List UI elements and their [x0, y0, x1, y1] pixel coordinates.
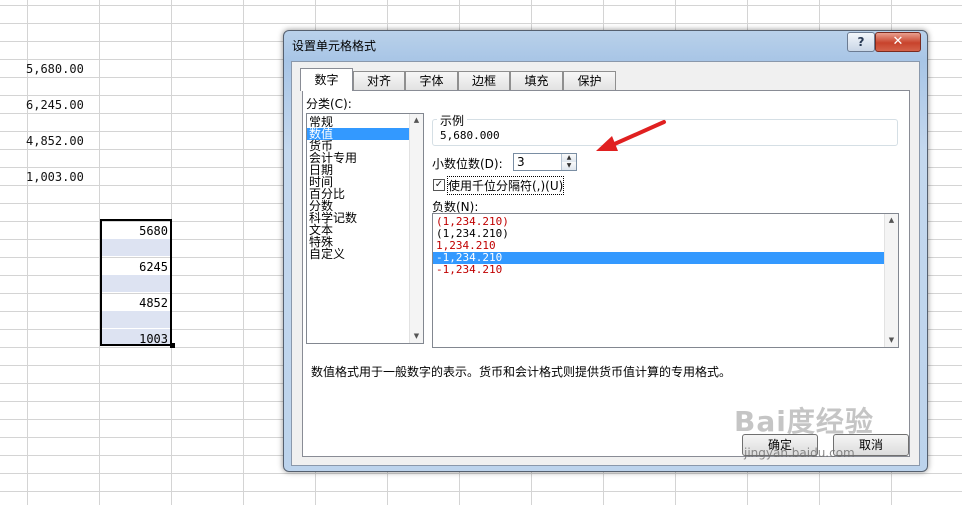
category-list[interactable]: 常规 数值 货币 会计专用 日期 时间 百分比 分数 科学记数 文本 特殊 自定义 ▲ ▼: [306, 113, 424, 344]
baidu-jingyan-logo: Bai度经验: [734, 405, 874, 438]
tab-number[interactable]: 数字: [300, 68, 353, 91]
watermark-url: jingyan.baidu.com: [744, 446, 855, 460]
cell-a2[interactable]: 6,245.00: [26, 98, 84, 112]
watermark: Bai度经验 jingyan.baidu.com: [734, 400, 874, 460]
negative-format-item[interactable]: (1,234.210): [433, 228, 884, 240]
decimal-places-label: 小数位数(D):: [432, 157, 503, 171]
tab-alignment[interactable]: 对齐: [353, 71, 405, 90]
close-button[interactable]: ✕: [875, 32, 921, 52]
sample-value: 5,680.000: [440, 129, 500, 142]
tab-protection[interactable]: 保护: [563, 71, 616, 90]
fill-handle[interactable]: [170, 343, 175, 348]
scroll-up-icon[interactable]: ▲: [885, 214, 898, 227]
decimal-places-value[interactable]: 3: [517, 155, 525, 169]
tab-border[interactable]: 边框: [458, 71, 510, 90]
cell-a4[interactable]: 1,003.00: [26, 170, 84, 184]
format-description: 数值格式用于一般数字的表示。货币和会计格式则提供货币值计算的专用格式。: [311, 365, 732, 379]
selected-range[interactable]: 5680 6245 4852 1003: [100, 219, 172, 346]
negative-numbers-list[interactable]: (1,234.210) (1,234.210) 1,234.210 -1,234.21…: [432, 213, 899, 348]
tab-fill[interactable]: 填充: [510, 71, 563, 90]
scroll-up-icon[interactable]: ▲: [410, 114, 423, 127]
scroll-down-icon[interactable]: ▼: [885, 334, 898, 347]
dialog-title: 设置单元格格式: [292, 39, 377, 53]
thousands-separator-label[interactable]: 使用千位分隔符(,)(U): [446, 176, 565, 195]
scroll-down-icon[interactable]: ▼: [410, 330, 423, 343]
selected-cell-value[interactable]: 4852: [139, 296, 170, 310]
selected-cell-value[interactable]: 1003: [139, 332, 170, 346]
category-scrollbar[interactable]: ▲ ▼: [409, 114, 423, 343]
negative-format-item[interactable]: -1,234.210: [433, 264, 884, 276]
sample-label: 示例: [437, 112, 468, 129]
cell-a3[interactable]: 4,852.00: [26, 134, 84, 148]
stepper-buttons[interactable]: ▲ ▼: [561, 154, 576, 170]
chevron-up-icon[interactable]: ▲: [562, 154, 576, 162]
cell-a1[interactable]: 5,680.00: [26, 62, 84, 76]
close-icon: ✕: [892, 34, 904, 49]
annotation-arrow-icon: [596, 120, 666, 151]
negative-list-scrollbar[interactable]: ▲ ▼: [884, 214, 898, 347]
tab-font[interactable]: 字体: [405, 71, 458, 90]
category-label: 分类(C):: [306, 97, 352, 111]
selected-cell-value[interactable]: 6245: [139, 260, 170, 274]
thousands-separator-checkbox[interactable]: ✓: [433, 179, 445, 191]
help-button[interactable]: ?: [847, 32, 875, 52]
chevron-down-icon[interactable]: ▼: [562, 162, 576, 170]
decimal-places-stepper[interactable]: 3 ▲ ▼: [513, 153, 577, 171]
category-item[interactable]: 自定义: [307, 248, 423, 260]
selected-cell-value[interactable]: 5680: [139, 224, 170, 238]
